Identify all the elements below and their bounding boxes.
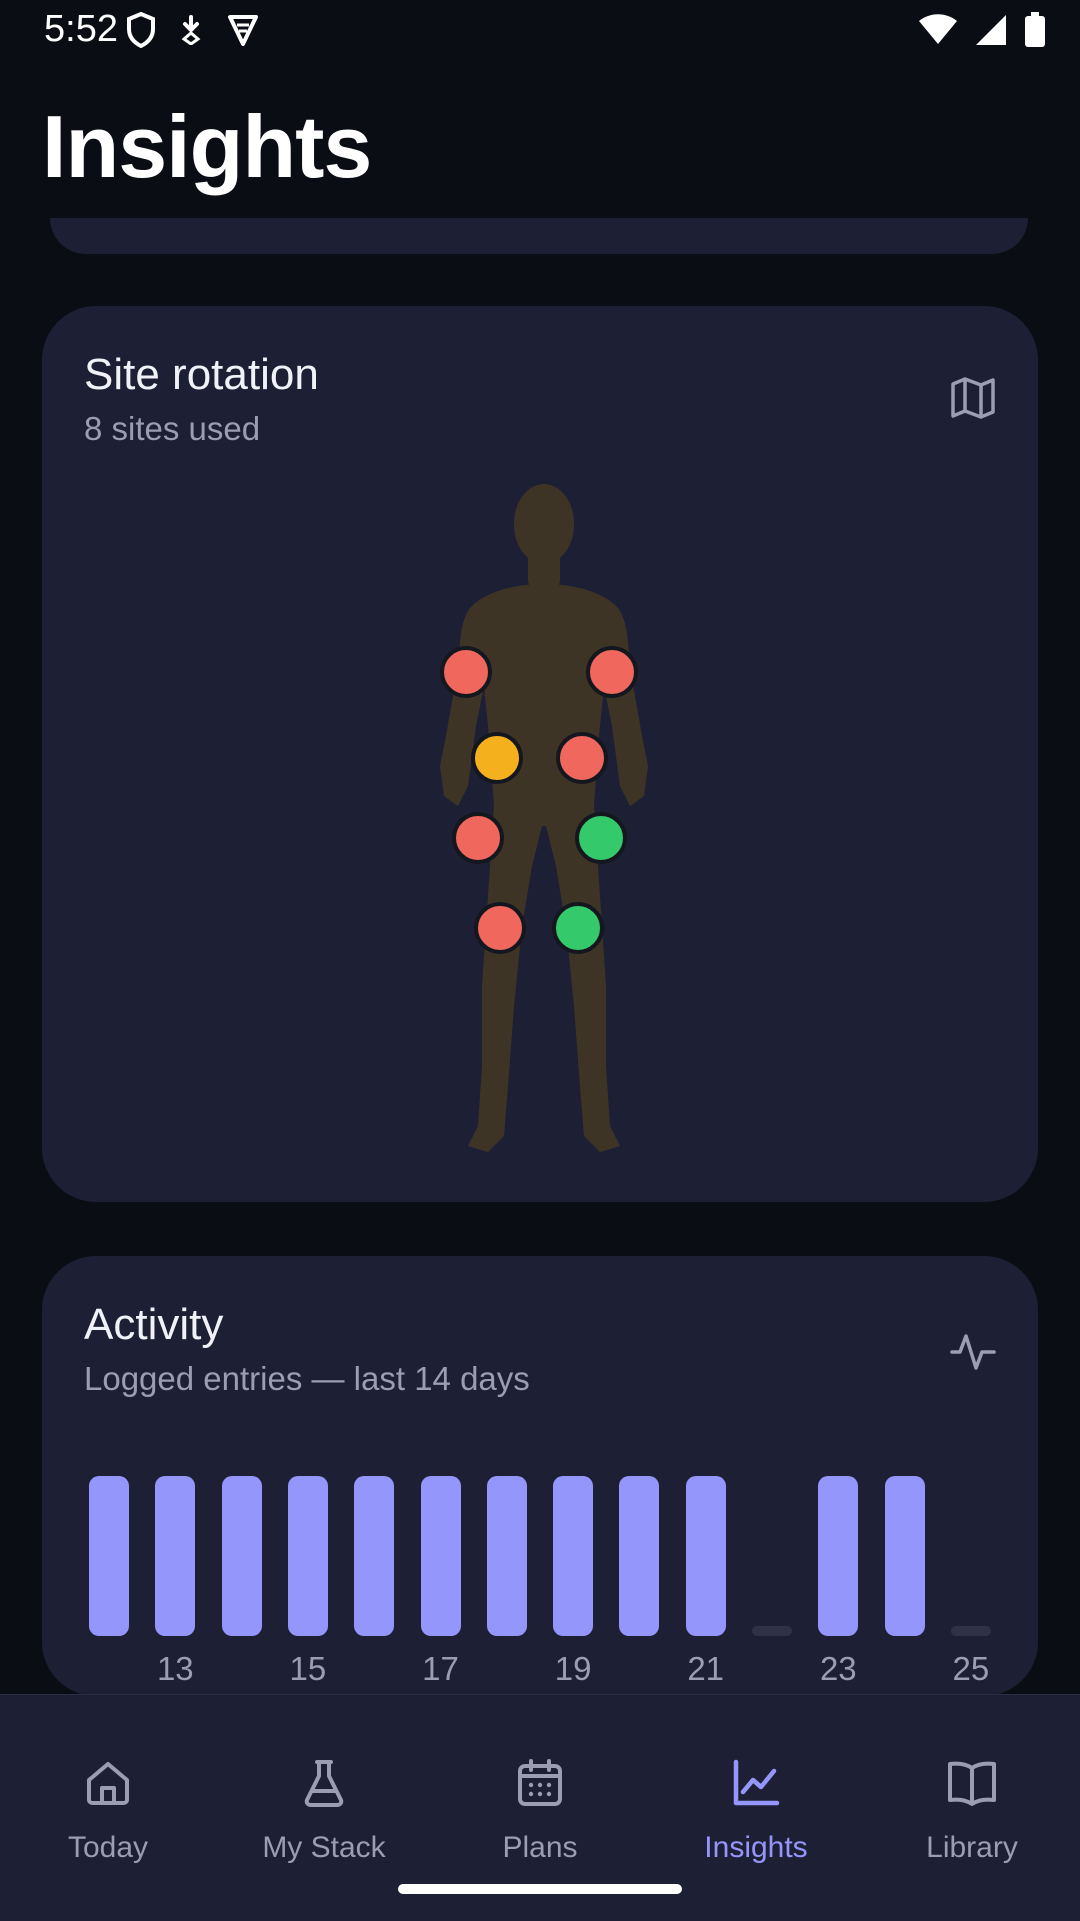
- activity-bar: [818, 1476, 859, 1636]
- site-dots-layer: [440, 646, 638, 954]
- site-dot-right-upper-arm[interactable]: [586, 646, 638, 698]
- activity-bar: [619, 1476, 660, 1636]
- activity-tick-label: 13: [156, 1650, 194, 1687]
- wifi-icon: [919, 14, 957, 44]
- activity-bar: [486, 1476, 527, 1636]
- activity-bar: [884, 1476, 925, 1636]
- activity-bar-chart: 13 15 17 19 21 23 25: [42, 1256, 1038, 1696]
- activity-tick-label: 23: [819, 1650, 857, 1687]
- status-notification-icons: [126, 12, 260, 48]
- activity-tick-label: 15: [289, 1650, 327, 1687]
- nav-item-library[interactable]: Library: [864, 1695, 1080, 1885]
- battery-icon: [1025, 12, 1045, 47]
- site-dot-left-thigh[interactable]: [474, 902, 526, 954]
- nav-label: Plans: [502, 1831, 578, 1864]
- site-dot-left-hip[interactable]: [452, 812, 504, 864]
- nav-label: Today: [67, 1831, 149, 1864]
- site-dot-left-upper-arm[interactable]: [440, 646, 492, 698]
- activity-bar: [287, 1476, 328, 1636]
- signal-icon: [976, 15, 1006, 45]
- status-system-icons: [918, 12, 1046, 48]
- nav-label: Library: [926, 1831, 1018, 1864]
- site-dot-right-hip[interactable]: [575, 812, 627, 864]
- home-icon: [83, 1755, 133, 1811]
- activity-bar: [155, 1476, 196, 1636]
- shield-icon: [127, 12, 155, 48]
- activity-bar: [752, 1626, 792, 1636]
- vpn-shield-icon: [228, 15, 258, 46]
- activity-card[interactable]: Activity Logged entries — last 14 days 1…: [42, 1256, 1038, 1696]
- nav-item-my-stack[interactable]: My Stack: [216, 1695, 432, 1885]
- status-bar: 5:52: [0, 0, 1080, 62]
- site-dot-left-abdomen[interactable]: [471, 732, 523, 784]
- activity-tick-label: 19: [554, 1650, 592, 1687]
- nav-label: My Stack: [262, 1831, 386, 1864]
- chart-icon: [731, 1755, 781, 1811]
- activity-bar: [354, 1476, 395, 1636]
- download-arrow-icon: [181, 15, 201, 45]
- activity-bar: [553, 1476, 594, 1636]
- activity-bar: [685, 1476, 726, 1636]
- site-rotation-card[interactable]: Site rotation 8 sites used: [42, 306, 1038, 1202]
- nav-item-insights[interactable]: Insights: [648, 1695, 864, 1885]
- activity-tick-label: 21: [687, 1650, 725, 1687]
- nav-item-plans[interactable]: Plans: [432, 1695, 648, 1885]
- flask-icon: [299, 1755, 349, 1811]
- activity-bar: [950, 1626, 991, 1636]
- nav-label: Insights: [704, 1831, 808, 1864]
- activity-tick-label: 25: [952, 1650, 990, 1687]
- nav-item-today[interactable]: Today: [0, 1695, 216, 1885]
- calendar-icon: [515, 1755, 565, 1811]
- activity-bar: [420, 1476, 461, 1636]
- activity-bar: [89, 1476, 129, 1636]
- activity-bar: [221, 1476, 262, 1636]
- site-dot-right-abdomen[interactable]: [556, 732, 608, 784]
- book-icon: [946, 1755, 998, 1811]
- activity-tick-label: 17: [422, 1650, 459, 1687]
- page-title: Insights: [42, 97, 372, 196]
- status-time: 5:52: [44, 8, 118, 50]
- home-indicator: [398, 1884, 682, 1894]
- previous-card-edge: [50, 218, 1028, 254]
- site-dot-right-thigh[interactable]: [552, 902, 604, 954]
